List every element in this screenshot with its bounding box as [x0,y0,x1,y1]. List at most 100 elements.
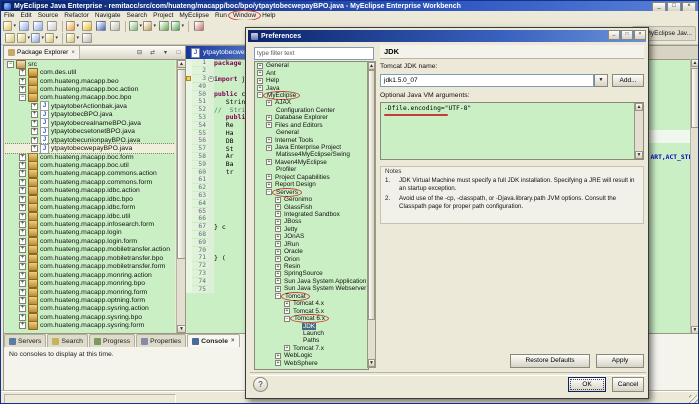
collapse-all-icon[interactable] [80,33,93,44]
expander-icon[interactable]: + [266,144,272,151]
filter-input[interactable] [254,47,374,60]
pref-tree-item[interactable]: + Orion [255,255,368,263]
menu-help[interactable]: Help [259,11,278,20]
expander-icon[interactable]: + [19,212,26,220]
expander-icon[interactable]: + [31,119,38,127]
pref-tree-item[interactable]: − Tomcat [255,291,368,301]
pref-tree-item[interactable]: + WebSphere [255,360,368,367]
pref-tree-item[interactable]: + Project Capabilities [255,174,368,181]
expander-icon[interactable]: + [19,86,26,94]
new-package-icon[interactable]: ▾ [143,21,156,32]
tree-item[interactable]: + com.huateng.macapp.idbc.action [5,186,175,196]
tab-servers[interactable]: Servers [4,334,47,347]
scroll-up-icon[interactable]: ▲ [368,62,375,70]
tree-item[interactable]: + com.huateng.macapp.idbc.form [5,203,175,213]
pref-tree-item[interactable]: − Tomcat 6.x [255,314,368,324]
cancel-button[interactable]: Cancel [612,377,644,392]
tree-item[interactable]: + com.huateng.macapp.monring.form [5,287,175,297]
expander-icon[interactable]: + [31,111,38,119]
tab-console[interactable]: Console × [187,334,240,347]
expander-icon[interactable]: − [7,60,14,68]
expander-icon[interactable]: + [19,204,26,212]
expander-icon[interactable]: + [275,218,281,225]
dialog-maximize-button[interactable]: □ [621,30,633,40]
refresh-icon[interactable] [108,21,121,32]
menu-file[interactable]: File [1,11,17,20]
expander-icon[interactable]: + [19,69,26,77]
expander-icon[interactable]: + [19,305,26,313]
tree-item[interactable]: + JytpaytobecrealnameBPO.java [5,118,175,129]
expander-icon[interactable]: + [19,221,26,229]
expander-icon[interactable]: + [19,288,26,296]
menu-source[interactable]: Source [35,11,62,20]
expander-icon[interactable]: + [266,181,272,188]
restore-defaults-button[interactable]: Restore Defaults [510,354,590,368]
pref-tree-item[interactable]: + WebLogic [255,352,368,359]
tree-item[interactable]: + JytpaytoberActionbak.java [5,101,175,112]
window-title-bar[interactable]: MyEclipse Java Enterprise - remitacc/src… [1,1,698,11]
pref-tree-item[interactable]: + Ant [255,69,368,77]
menu-window[interactable]: Window [227,10,262,21]
expander-icon[interactable]: + [19,246,26,254]
pref-tree-item[interactable]: + Tomcat 7.x [255,345,368,352]
expander-icon[interactable]: + [19,322,26,330]
view-menu-icon[interactable]: ▾ [160,48,171,59]
expander-icon[interactable]: + [257,77,263,84]
pref-tree-item[interactable]: + AJAX [255,99,368,106]
pref-tree-item[interactable]: General [255,129,368,136]
menu-edit[interactable]: Edit [17,11,34,20]
tree-item[interactable]: + JytpaytobecwepayBPO.java [5,143,175,154]
pref-tree-item[interactable]: + Maven4MyEclipse [255,159,368,166]
textarea-scrollbar[interactable]: ▲ ▼ [634,103,643,159]
expander-icon[interactable]: + [19,313,26,321]
tab-progress[interactable]: Progress [88,334,136,347]
tab-package-explorer[interactable]: Package Explorer × [4,46,80,59]
tree-item[interactable]: + com.huateng.macapp.login [5,228,175,238]
expander-icon[interactable]: + [19,77,26,85]
expander-icon[interactable]: + [284,345,290,352]
pref-tree-item[interactable]: Profiler [255,166,368,173]
pref-tree-item[interactable]: + Oracle [255,248,368,255]
expander-icon[interactable]: + [275,233,281,240]
pref-tree-item[interactable]: + Database Explorer [255,114,368,121]
pref-tree-item[interactable]: +Sun Java System Application Server [255,278,368,285]
pref-tree-item[interactable]: Configuration Center [255,107,368,114]
pref-tree-item[interactable]: + Geronimo [255,196,368,203]
expander-icon[interactable]: + [19,254,26,262]
run-server-icon[interactable] [80,21,93,32]
save-all-icon[interactable] [31,21,44,32]
pref-tree-item[interactable]: + Resin [255,263,368,270]
pref-tree-item[interactable]: JDK [255,322,368,330]
pref-tree-item[interactable]: Paths [255,337,368,344]
expander-icon[interactable]: + [275,226,281,233]
new-class-icon[interactable]: ▾ [129,21,142,32]
tab-search[interactable]: Search [47,334,88,347]
expander-icon[interactable]: + [19,229,26,237]
expander-icon[interactable]: + [266,114,272,121]
pref-tree-item[interactable]: + Sun Java System Webserver [255,285,368,292]
expander-icon[interactable]: + [19,161,26,169]
expander-icon[interactable]: + [275,278,281,285]
external-tools-icon[interactable] [192,21,205,32]
apply-button[interactable]: Apply [596,354,644,368]
pref-tree-item[interactable]: + Java Enterprise Project [255,144,368,151]
debug-icon[interactable] [157,21,170,32]
stop-server-icon[interactable] [94,21,107,32]
expander-icon[interactable]: + [31,102,38,110]
expander-icon[interactable]: + [31,145,38,153]
dialog-close-button[interactable]: × [634,30,646,40]
back-icon[interactable]: ▾ [45,33,58,44]
scroll-up-icon[interactable]: ▲ [635,103,643,111]
add-button[interactable]: Add... [612,74,644,87]
tree-item[interactable]: + com.huateng.macapp.mobiletransfer.form [5,262,175,272]
pref-tree-item[interactable]: + JBoss [255,218,368,225]
expander-icon[interactable]: + [19,296,26,304]
editor-scrollbar[interactable]: ▲ ▼ [690,59,698,334]
pref-tree-item[interactable]: + Integrated Sandbox [255,211,368,218]
new-wizard-icon[interactable]: ▾ [3,21,16,32]
fold-icon[interactable]: + [208,75,214,82]
scroll-thumb[interactable] [691,68,698,128]
expander-icon[interactable]: + [266,122,272,129]
expander-icon[interactable]: + [19,195,26,203]
expander-icon[interactable]: + [275,204,281,211]
